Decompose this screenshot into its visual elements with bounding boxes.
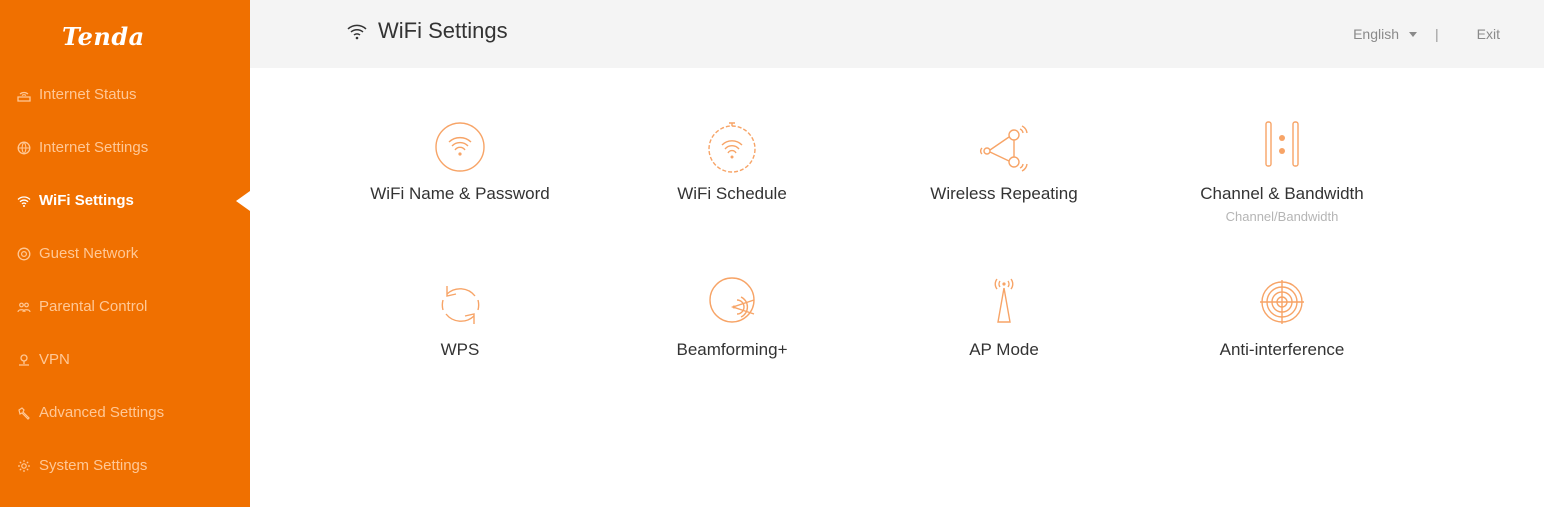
tile-label: Beamforming+	[676, 340, 788, 359]
tile-label: WiFi Name & Password	[370, 184, 550, 203]
tile-label: Anti-interference	[1219, 340, 1345, 359]
tile-channel-bandwidth[interactable]: Channel & Bandwidth Channel/Bandwidth	[1162, 120, 1402, 224]
tile-wps[interactable]: WPS	[340, 276, 580, 360]
language-value: English	[1353, 26, 1400, 42]
vpn-icon	[17, 353, 31, 367]
page-title: WiFi Settings	[346, 18, 508, 44]
exit-link[interactable]: Exit	[1477, 26, 1500, 42]
tile-ap-mode[interactable]: AP Mode	[884, 276, 1124, 360]
tile-label: Wireless Repeating	[930, 184, 1078, 203]
tile-wireless-repeating[interactable]: Wireless Repeating	[884, 120, 1124, 204]
repeater-icon	[980, 125, 1028, 172]
sidebar-item-internet-status[interactable]: Internet Status	[0, 68, 250, 121]
sidebar-item-label: Internet Status	[39, 86, 137, 103]
sidebar-item-wifi-settings[interactable]: WiFi Settings	[0, 174, 250, 227]
sidebar-item-label: Parental Control	[39, 298, 148, 315]
anti-interference-icon	[1260, 280, 1304, 324]
tenda-logo: Tenda	[62, 22, 145, 51]
sidebar-item-vpn[interactable]: VPN	[0, 333, 250, 386]
globe-icon	[17, 141, 31, 155]
wrench-icon	[17, 406, 31, 420]
tile-sublabel: Channel/Bandwidth	[1225, 209, 1339, 224]
router-icon	[17, 88, 31, 102]
tile-wifi-name-password[interactable]: WiFi Name & Password	[340, 120, 580, 204]
sidebar-item-parental-control[interactable]: Parental Control	[0, 280, 250, 333]
tile-label: WiFi Schedule	[677, 184, 787, 203]
channel-bandwidth-icon	[1265, 121, 1299, 167]
beamforming-icon	[709, 277, 755, 323]
top-header: WiFi Settings English | Exit	[250, 0, 1544, 68]
wifi-timer-icon	[708, 122, 756, 173]
sidebar-item-label: Advanced Settings	[39, 404, 165, 421]
header-divider: |	[1435, 26, 1439, 42]
wifi-icon	[17, 194, 31, 208]
page-title-text: WiFi Settings	[378, 18, 508, 43]
sidebar-nav: Internet Status Internet Settings WiFi S…	[0, 68, 250, 492]
ap-antenna-icon	[994, 278, 1014, 323]
parental-control-icon	[17, 300, 31, 314]
sidebar-item-label: WiFi Settings	[39, 192, 134, 209]
sidebar-item-label: Guest Network	[39, 245, 139, 262]
sidebar-item-system-settings[interactable]: System Settings	[0, 439, 250, 492]
tile-wifi-schedule[interactable]: WiFi Schedule	[612, 120, 852, 204]
sidebar-item-guest-network[interactable]: Guest Network	[0, 227, 250, 280]
sidebar-item-label: System Settings	[39, 457, 148, 474]
gear-icon	[17, 459, 31, 473]
chevron-down-icon	[1409, 31, 1418, 37]
header-actions: English | Exit	[1353, 26, 1500, 42]
wifi-circle-icon	[435, 122, 485, 172]
tile-label: WPS	[440, 340, 480, 359]
wifi-icon	[346, 20, 368, 42]
language-select[interactable]: English	[1353, 26, 1418, 42]
wps-sync-icon	[441, 286, 480, 324]
tile-label: AP Mode	[969, 340, 1039, 359]
sidebar-item-label: Internet Settings	[39, 139, 149, 156]
tile-anti-interference[interactable]: Anti-interference	[1162, 276, 1402, 360]
guest-network-icon	[17, 247, 31, 261]
tile-beamforming[interactable]: Beamforming+	[612, 276, 852, 360]
tile-label: Channel & Bandwidth	[1200, 184, 1364, 203]
sidebar-item-advanced-settings[interactable]: Advanced Settings	[0, 386, 250, 439]
sidebar-item-label: VPN	[39, 351, 70, 368]
sidebar-item-internet-settings[interactable]: Internet Settings	[0, 121, 250, 174]
sidebar: Tenda Internet Status Internet Settings …	[0, 0, 250, 507]
